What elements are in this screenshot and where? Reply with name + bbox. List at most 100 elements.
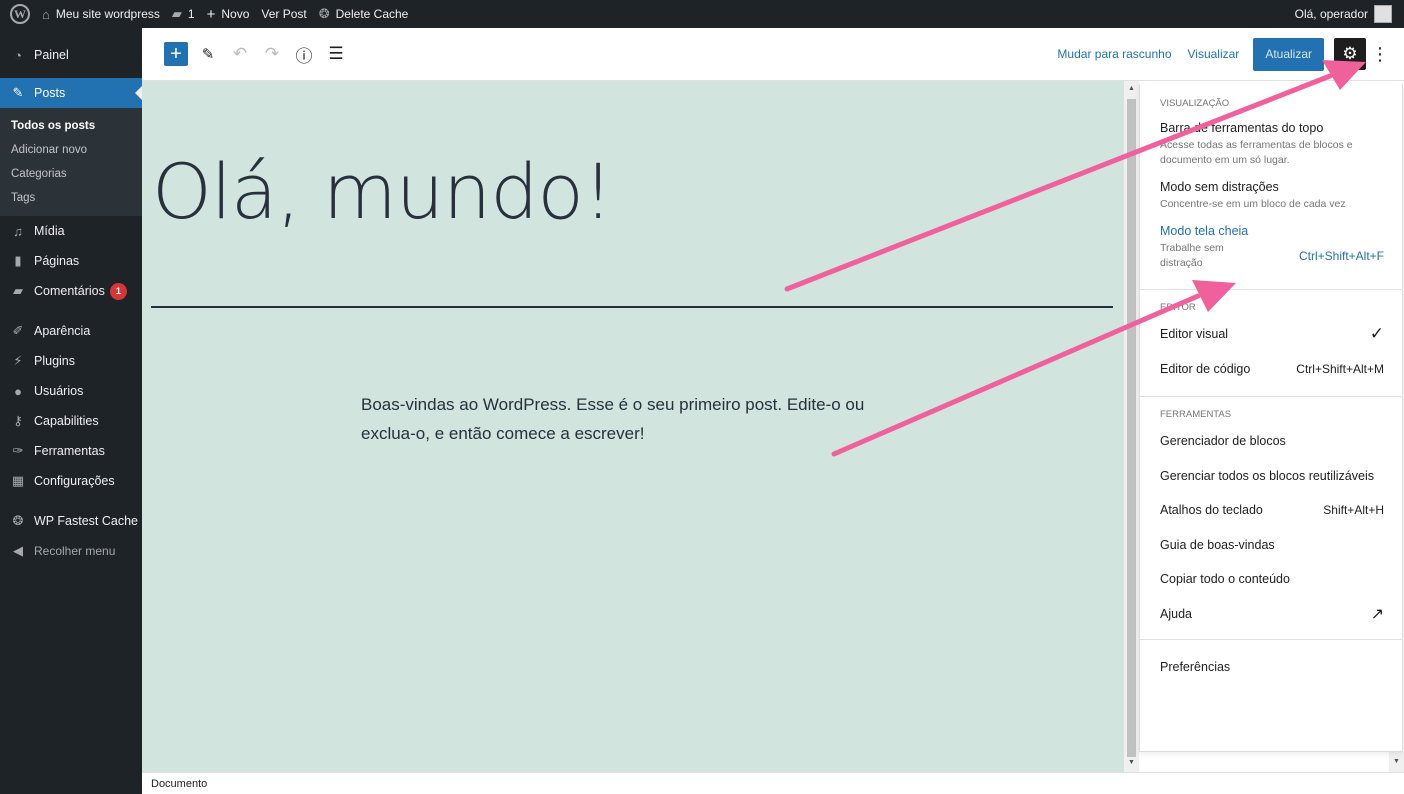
site-name-link[interactable]: ⌂ Meu site wordpress: [36, 0, 166, 28]
options-menu-button[interactable]: ⋮: [1366, 38, 1394, 70]
fullscreen-shortcut: Ctrl+Shift+Alt+F: [1298, 249, 1384, 263]
sidebar-item-plugins[interactable]: ⚡ Plugins: [0, 346, 142, 376]
account-menu[interactable]: Olá, operador: [1289, 0, 1398, 28]
code-editor-option[interactable]: Editor de código Ctrl+Shift+Alt+M: [1140, 352, 1402, 387]
welcome-guide-option[interactable]: Guia de boas-vindas: [1140, 528, 1402, 563]
sidebar-item-paginas[interactable]: ▮ Páginas: [0, 246, 142, 276]
view-post-link[interactable]: Ver Post: [255, 0, 312, 28]
option-label: Modo sem distrações: [1160, 180, 1279, 194]
sidebar-item-label: Posts: [34, 86, 66, 100]
scroll-up-arrow-icon[interactable]: ▲: [1128, 85, 1135, 92]
copy-all-content-option[interactable]: Copiar todo o conteúdo: [1140, 562, 1402, 597]
greeting-label: Olá, operador: [1294, 7, 1368, 21]
tools-heading: Ferramentas: [1160, 409, 1232, 420]
editor-canvas[interactable]: Olá, mundo! Boas-vindas ao WordPress. Es…: [142, 81, 1124, 772]
option-label: Atalhos do teclado: [1160, 503, 1263, 518]
sidebar-item-label: Mídia: [34, 224, 65, 238]
collapse-arrow-icon: ◀: [13, 543, 23, 558]
sidebar-item-wp-fastest-cache[interactable]: ❂ WP Fastest Cache: [0, 506, 142, 536]
post-title[interactable]: Olá, mundo!: [152, 147, 613, 236]
visual-editor-option[interactable]: Editor visual ✓: [1140, 317, 1402, 352]
pencil-icon: ✎: [201, 46, 215, 63]
admin-bar: W ⌂ Meu site wordpress ▰ 1 + Novo Ver Post …: [0, 0, 1404, 28]
plus-icon: +: [170, 43, 182, 65]
sidebar-item-aparencia[interactable]: ✐ Aparência: [0, 316, 142, 346]
preview-button[interactable]: Visualizar: [1180, 47, 1248, 61]
editor-heading: Editor: [1160, 302, 1196, 313]
sidebar-item-label: Usuários: [34, 384, 84, 398]
undo-button[interactable]: ↶: [224, 38, 256, 70]
view-group: Visualização Barra de ferramentas do top…: [1140, 84, 1402, 290]
scroll-down-arrow-icon[interactable]: ▼: [1128, 759, 1135, 766]
scrollbar-thumb[interactable]: [1127, 99, 1136, 757]
fullscreen-option[interactable]: Modo tela cheia Trabalhe sem distração Ct…: [1140, 224, 1402, 271]
canvas-scrollbar[interactable]: ▲ ▼: [1124, 81, 1139, 772]
option-label: Gerenciar todos os blocos reutilizáveis: [1160, 468, 1374, 483]
paragraph-block[interactable]: Boas-vindas ao WordPress. Esse é o seu p…: [361, 390, 901, 448]
sidebar-item-label: Painel: [34, 48, 69, 62]
tools-group: Ferramentas Gerenciador de blocos Gerenc…: [1140, 397, 1402, 640]
distraction-free-option[interactable]: Modo sem distrações Concentre-se em um bl…: [1140, 180, 1402, 212]
editor-toolbar: + ✎ ↶ ↷ ⓘ ☰ Mudar para rascunho Visualiz…: [142, 28, 1404, 81]
scroll-down-arrow-icon[interactable]: ▼: [1393, 758, 1400, 765]
option-label: Guia de boas-vindas: [1160, 537, 1275, 552]
sidebar-item-painel[interactable]: ◔ Painel: [0, 40, 142, 70]
option-description: Trabalhe sem distração: [1160, 242, 1224, 269]
options-dropdown: Visualização Barra de ferramentas do top…: [1139, 84, 1403, 752]
home-icon: ⌂: [42, 6, 50, 22]
block-manager-option[interactable]: Gerenciador de blocos: [1140, 424, 1402, 459]
update-button[interactable]: Atualizar: [1253, 37, 1324, 71]
sidebar-item-label: Configurações: [34, 474, 115, 488]
sidebar-item-configuracoes[interactable]: ▦ Configurações: [0, 466, 142, 496]
details-button[interactable]: ⓘ: [288, 38, 320, 70]
add-block-button[interactable]: +: [164, 42, 188, 66]
collapse-menu-button[interactable]: ◀ Recolher menu: [0, 536, 142, 566]
option-label: Preferências: [1160, 660, 1231, 675]
key-icon: ⚷: [13, 413, 23, 428]
separator-block[interactable]: [151, 306, 1113, 308]
sidebar-item-label: Capabilities: [34, 414, 99, 428]
page-icon: ▮: [14, 253, 22, 268]
dashboard-icon: ◔: [14, 47, 22, 63]
sidebar-item-label: Comentários: [34, 284, 105, 298]
sidebar-item-capabilities[interactable]: ⚷ Capabilities: [0, 406, 142, 436]
admin-sidebar: ◔ Painel ✎ Posts Todos os posts Adicionar …: [0, 28, 142, 794]
sidebar-item-usuarios[interactable]: ● Usuários: [0, 376, 142, 406]
switch-to-draft-button[interactable]: Mudar para rascunho: [1049, 47, 1179, 61]
sidebar-item-comentarios[interactable]: ▰ Comentários 1: [0, 276, 142, 306]
redo-button[interactable]: ↷: [256, 38, 288, 70]
redo-icon: ↷: [264, 44, 280, 63]
sidebar-item-ferramentas[interactable]: ✑ Ferramentas: [0, 436, 142, 466]
manage-reusable-blocks-option[interactable]: Gerenciar todos os blocos reutilizáveis: [1140, 459, 1402, 494]
wordpress-logo-button[interactable]: W: [0, 0, 36, 28]
breadcrumb[interactable]: Documento: [151, 778, 207, 790]
option-description: Acesse todas as ferramentas de blocos e …: [1160, 139, 1353, 166]
keyboard-shortcuts-option[interactable]: Atalhos do teclado Shift+Alt+H: [1140, 493, 1402, 528]
submenu-add-new[interactable]: Adicionar novo: [0, 138, 142, 162]
wrench-icon: ✑: [12, 443, 24, 458]
sidebar-item-posts[interactable]: ✎ Posts: [0, 78, 142, 108]
page-scrollbar[interactable]: ▼: [1389, 752, 1404, 772]
submenu-categories[interactable]: Categorias: [0, 162, 142, 186]
top-toolbar-option[interactable]: Barra de ferramentas do topo Acesse todas…: [1140, 121, 1402, 168]
sidebar-item-label: Páginas: [34, 254, 80, 268]
sidebar-item-midia[interactable]: ♫ Mídia: [0, 216, 142, 246]
option-label: Copiar todo o conteúdo: [1160, 572, 1290, 587]
tools-button[interactable]: ✎: [192, 38, 224, 70]
submenu-tags[interactable]: Tags: [0, 186, 142, 210]
comment-icon: ▰: [13, 283, 23, 298]
sidebar-item-label: Ferramentas: [34, 444, 105, 458]
settings-button[interactable]: ⚙: [1334, 38, 1366, 70]
submenu-all-posts[interactable]: Todos os posts: [0, 114, 142, 138]
gear-icon: ⚙: [1342, 44, 1358, 63]
help-option[interactable]: Ajuda ↗: [1140, 597, 1402, 632]
preferences-option[interactable]: Preferências: [1140, 650, 1402, 685]
list-view-button[interactable]: ☰: [320, 38, 352, 70]
delete-cache-link[interactable]: ❂ Delete Cache: [313, 0, 415, 28]
comments-link[interactable]: ▰ 1: [166, 0, 201, 28]
new-content-link[interactable]: + Novo: [201, 0, 256, 28]
plus-icon: +: [206, 5, 216, 23]
brush-icon: ✐: [12, 323, 24, 338]
avatar: [1374, 5, 1392, 23]
info-icon: ⓘ: [295, 46, 313, 66]
